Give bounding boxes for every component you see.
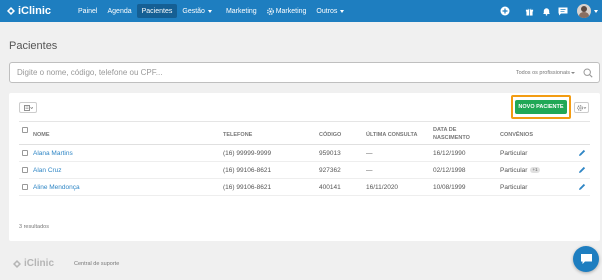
bell-icon[interactable] (540, 5, 552, 17)
professional-filter[interactable]: Todos os profissionais (516, 70, 575, 76)
patient-name-link[interactable]: Aline Mendonça (33, 184, 80, 191)
nav-label: Marketing (275, 7, 307, 15)
table-header: NOME TELEFONE CÓDIGO ÚLTIMA CONSULTA DAT… (19, 121, 590, 145)
patient-insurance: Particular (500, 150, 528, 157)
header-code[interactable]: CÓDIGO (319, 132, 341, 138)
nav-label: Painel (78, 7, 98, 15)
top-right-actions (494, 0, 598, 22)
row-checkbox[interactable] (22, 167, 28, 173)
footer-logo: iClinic (12, 258, 54, 269)
chevron-down-icon (571, 71, 575, 74)
nav-marketing-settings[interactable]: Marketing (262, 0, 312, 22)
nav-marketing[interactable]: Marketing (221, 0, 262, 22)
chevron-down-icon[interactable] (594, 9, 598, 13)
header-name[interactable]: NOME (33, 132, 50, 138)
patient-last-visit: — (366, 167, 373, 174)
table-row: Aline Mendonça (16) 99106-8621 400141 16… (19, 179, 590, 196)
gear-icon (266, 7, 274, 15)
gift-icon[interactable] (523, 5, 535, 17)
footer-logo-text: iClinic (24, 258, 55, 269)
plus-circle-icon[interactable] (499, 5, 511, 17)
view-toggle-button[interactable] (19, 102, 37, 113)
page-title: Pacientes (9, 40, 58, 52)
results-count: 3 resultados (19, 224, 49, 230)
nav-agenda[interactable]: Agenda (102, 0, 136, 22)
logo-text: iClinic (18, 5, 52, 17)
chevron-down-icon (207, 9, 212, 13)
patient-name-link[interactable]: Alan Cruz (33, 167, 62, 174)
edit-pencil-icon[interactable] (578, 183, 586, 191)
chat-widget-button[interactable] (573, 246, 599, 272)
patient-insurance: Particular (500, 184, 528, 191)
patient-phone: (16) 99999-9999 (223, 150, 272, 157)
filter-label: Todos os profissionais (515, 69, 570, 76)
table-settings-button[interactable] (574, 102, 589, 113)
nav-label: Outros (316, 7, 338, 15)
header-insurance[interactable]: CONVÊNIOS (500, 132, 533, 138)
patient-code: 959013 (319, 150, 341, 157)
edit-pencil-icon[interactable] (578, 166, 586, 174)
patient-phone: (16) 99106-8621 (223, 167, 272, 174)
edit-pencil-icon[interactable] (578, 149, 586, 157)
patient-last-visit: — (366, 150, 373, 157)
iclinic-logo[interactable]: iClinic (6, 5, 51, 17)
row-checkbox[interactable] (22, 150, 28, 156)
nav-gestao[interactable]: Gestão (177, 0, 217, 22)
search-input[interactable] (10, 68, 516, 77)
table-row: Alan Cruz (16) 99106-8621 927362 — 02/12… (19, 162, 590, 179)
patient-phone: (16) 99106-8621 (223, 184, 272, 191)
nav-label: Agenda (107, 7, 132, 15)
nav-label: Marketing (225, 7, 257, 15)
patient-insurance: Particular +1 (500, 167, 540, 174)
gear-icon (576, 104, 586, 111)
patient-birth: 10/08/1999 (433, 184, 466, 191)
nav-pacientes[interactable]: Pacientes (136, 4, 178, 18)
header-last-visit[interactable]: ÚLTIMA CONSULTA (366, 132, 417, 138)
nav-painel[interactable]: Painel (73, 0, 102, 22)
logo-mark-icon (6, 6, 16, 16)
new-patient-button[interactable]: NOVO PACIENTE (515, 100, 567, 114)
chevron-down-icon (340, 9, 345, 13)
patient-code: 400141 (319, 184, 341, 191)
insurance-label: Particular (500, 167, 528, 174)
patient-name-link[interactable]: Alana Martins (33, 150, 73, 157)
header-phone[interactable]: TELEFONE (223, 132, 252, 138)
patient-birth: 16/12/1990 (433, 150, 466, 157)
support-center-link[interactable]: Central de suporte (74, 261, 119, 267)
patient-birth: 02/12/1998 (433, 167, 466, 174)
logo-mark-icon (12, 259, 22, 269)
patient-last-visit: 16/11/2020 (366, 184, 399, 191)
row-checkbox[interactable] (22, 184, 28, 190)
avatar[interactable] (577, 4, 591, 18)
chat-icon[interactable] (557, 5, 569, 17)
header-birth-line2[interactable]: NASCIMENTO (433, 135, 470, 141)
table-row: Alana Martins (16) 99999-9999 959013 — 1… (19, 145, 590, 162)
top-navbar: iClinic Painel Agenda Pacientes Gestão M… (0, 0, 602, 22)
main-nav: Painel Agenda Pacientes Gestão Marketing… (73, 0, 349, 22)
patient-search-bar: Todos os profissionais (9, 62, 600, 83)
header-birth-line1[interactable]: DATA DE (433, 127, 456, 133)
select-all-checkbox[interactable] (22, 127, 28, 133)
patient-code: 927362 (319, 167, 341, 174)
patients-card: NOVO PACIENTE NOME TELEFONE CÓDIGO ÚLTIM… (9, 93, 600, 241)
insurance-count-badge[interactable]: +1 (530, 167, 540, 174)
list-view-icon (23, 104, 33, 111)
nav-label: Pacientes (141, 7, 173, 15)
nav-outros[interactable]: Outros (311, 0, 349, 22)
nav-label: Gestão (182, 7, 205, 15)
chat-bubble-icon (580, 254, 592, 264)
search-icon[interactable] (583, 67, 593, 78)
